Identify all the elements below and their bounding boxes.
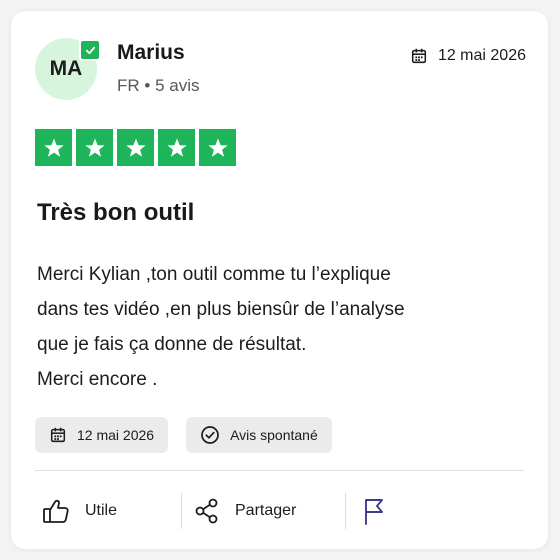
useful-button[interactable]: Utile bbox=[41, 491, 117, 531]
star-icon bbox=[84, 138, 105, 157]
spontaneous-chip-label: Avis spontané bbox=[230, 427, 318, 443]
star-icon bbox=[43, 138, 64, 157]
share-button[interactable]: Partager bbox=[193, 491, 296, 531]
review-body-line: dans tes vidéo ,en plus biensûr de l’ana… bbox=[37, 299, 405, 320]
verified-badge bbox=[79, 39, 101, 61]
star bbox=[76, 129, 113, 166]
flag-icon bbox=[365, 499, 383, 525]
author-review-count: 5 avis bbox=[155, 76, 200, 95]
star bbox=[158, 129, 195, 166]
author-name[interactable]: Marius bbox=[117, 41, 185, 65]
useful-label: Utile bbox=[85, 502, 118, 519]
review-body: Merci Kylian ,ton outil comme tu l’expli… bbox=[37, 257, 507, 397]
date-chip-label: 12 mai 2026 bbox=[77, 427, 155, 443]
star bbox=[199, 129, 236, 166]
review-date-text: 12 mai 2026 bbox=[437, 47, 526, 64]
review-body-line: que je fais ça donne de résultat. bbox=[37, 334, 307, 355]
star bbox=[117, 129, 154, 166]
action-separator bbox=[345, 493, 346, 529]
meta-separator: • bbox=[144, 76, 151, 95]
thumbs-up-icon bbox=[43, 499, 69, 523]
divider bbox=[35, 470, 524, 471]
calendar-icon bbox=[50, 427, 66, 443]
review-actions: Utile Partager bbox=[35, 491, 524, 531]
calendar-icon bbox=[411, 48, 427, 64]
spontaneous-chip[interactable]: Avis spontané bbox=[186, 417, 332, 453]
action-separator bbox=[181, 493, 182, 529]
star-icon bbox=[125, 138, 146, 157]
check-icon bbox=[85, 46, 95, 54]
check-circle-icon bbox=[201, 426, 219, 444]
review-date: 12 mai 2026 bbox=[410, 47, 526, 65]
review-body-line: Merci encore . bbox=[37, 369, 158, 390]
star bbox=[35, 129, 72, 166]
review-chips: 12 mai 2026 Avis spontané bbox=[35, 417, 332, 453]
report-button[interactable] bbox=[361, 491, 387, 531]
star-icon bbox=[166, 138, 187, 157]
date-chip: 12 mai 2026 bbox=[35, 417, 169, 453]
avatar-initials: MA bbox=[49, 57, 83, 80]
review-body-line: Merci Kylian ,ton outil comme tu l’expli… bbox=[37, 264, 391, 285]
author-meta: FR • 5 avis bbox=[117, 76, 200, 96]
star-rating bbox=[35, 129, 236, 166]
share-label: Partager bbox=[235, 502, 297, 519]
star-icon bbox=[207, 138, 228, 157]
review-title: Très bon outil bbox=[37, 199, 195, 226]
share-icon bbox=[195, 498, 218, 524]
review-card: MA Marius FR • 5 avis 12 mai 2026 Très b… bbox=[11, 11, 548, 549]
author-country: FR bbox=[117, 76, 140, 95]
